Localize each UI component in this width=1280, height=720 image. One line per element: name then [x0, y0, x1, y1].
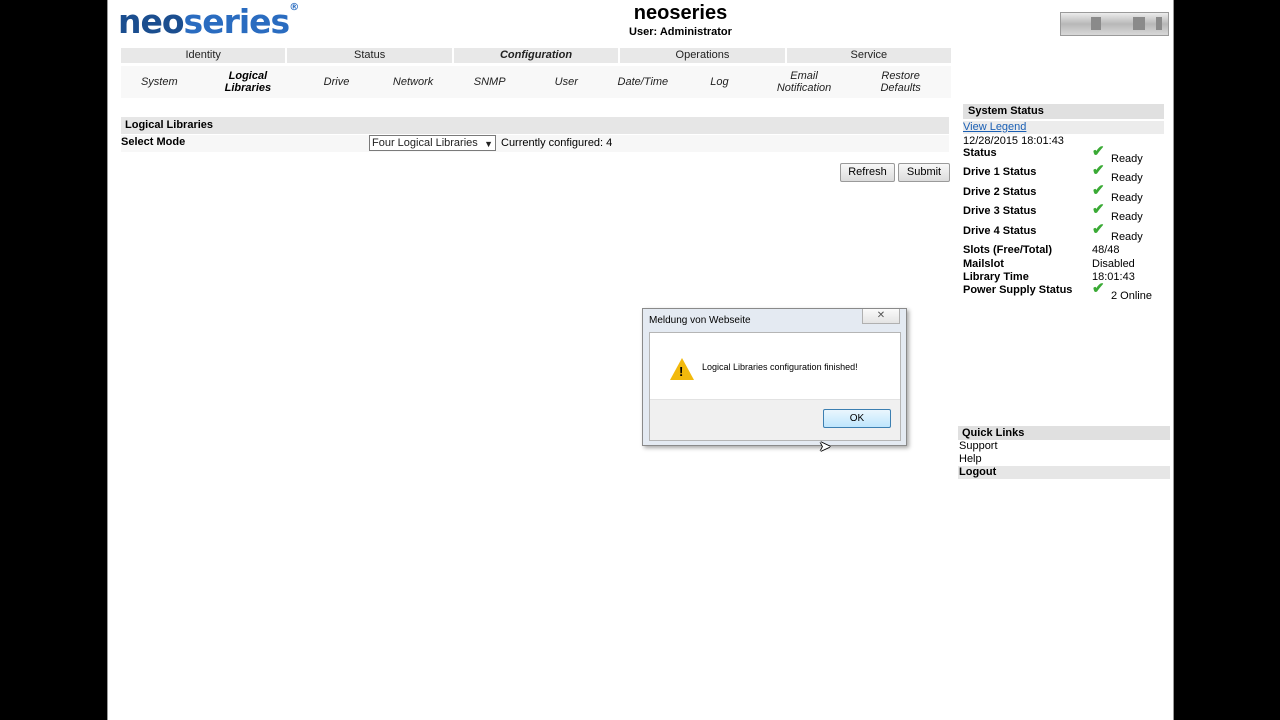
- status-row: Status ✔ Ready: [963, 143, 1164, 166]
- subnav-restore-defaults[interactable]: Restore Defaults: [850, 66, 951, 98]
- close-icon[interactable]: ✕: [862, 309, 900, 324]
- status-row: Drive 4 Status ✔ Ready: [963, 221, 1164, 244]
- quick-links-panel: Quick Links Support Help Logout: [958, 426, 1170, 479]
- status-row-value: Ready: [1111, 153, 1143, 165]
- status-row: Power Supply Status ✔ 2 Online: [963, 280, 1164, 304]
- mouse-cursor-icon: ➤: [819, 438, 831, 454]
- status-row-label: Power Supply Status: [963, 284, 1073, 296]
- section-title: Logical Libraries: [121, 117, 949, 134]
- header-user: User: Administrator: [629, 26, 732, 38]
- warning-icon: !: [670, 358, 694, 380]
- quick-links-title: Quick Links: [958, 426, 1170, 440]
- support-link[interactable]: Support: [958, 440, 1170, 453]
- status-row: Drive 2 Status ✔ Ready: [963, 182, 1164, 205]
- checkmark-icon: ✔: [1092, 221, 1105, 238]
- device-image: [1060, 12, 1169, 36]
- sub-navigation: System Logical Libraries Drive Network S…: [121, 66, 951, 98]
- checkmark-icon: ✔: [1092, 162, 1105, 179]
- main-tabs: Identity Status Configuration Operations…: [121, 48, 952, 63]
- mode-select-value: Four Logical Libraries: [372, 137, 478, 149]
- status-row-label: Drive 2 Status: [963, 186, 1037, 198]
- status-row-value: Disabled: [1092, 258, 1135, 270]
- tab-configuration[interactable]: Configuration: [453, 48, 621, 63]
- alert-dialog: Meldung von Webseite ✕ ! Logical Librari…: [642, 308, 907, 446]
- currently-configured-text: Currently configured: 4: [501, 137, 613, 149]
- subnav-user[interactable]: User: [528, 66, 605, 98]
- dialog-message: Logical Libraries configuration finished…: [702, 362, 858, 372]
- checkmark-icon: ✔: [1092, 182, 1105, 199]
- checkmark-icon: ✔: [1092, 201, 1105, 218]
- status-row: Mailslot Disabled: [963, 258, 1164, 271]
- subnav-logical-libraries[interactable]: Logical Libraries: [198, 66, 299, 98]
- logo-neo-text: neo: [118, 2, 185, 41]
- logical-libraries-section: Logical Libraries Select Mode Four Logic…: [121, 117, 949, 152]
- status-row: Library Time 18:01:43: [963, 271, 1164, 284]
- status-row-value: Ready: [1111, 172, 1143, 184]
- chevron-down-icon: ▼: [484, 139, 493, 149]
- subnav-system[interactable]: System: [121, 66, 198, 98]
- tab-service[interactable]: Service: [786, 48, 952, 63]
- system-status-panel: System Status View Legend 12/28/2015 18:…: [963, 104, 1164, 304]
- subnav-network[interactable]: Network: [375, 66, 452, 98]
- status-row: Drive 1 Status ✔ Ready: [963, 162, 1164, 186]
- logout-link[interactable]: Logout: [958, 466, 1170, 479]
- select-mode-label: Select Mode: [121, 136, 186, 148]
- status-row-label: Drive 3 Status: [963, 205, 1037, 217]
- status-row-label: Slots (Free/Total): [963, 244, 1053, 256]
- subnav-date-time[interactable]: Date/Time: [605, 66, 682, 98]
- web-page: neoseries® neoseries User: Administrator…: [107, 0, 1174, 720]
- refresh-button[interactable]: Refresh: [840, 163, 895, 182]
- checkmark-icon: ✔: [1092, 280, 1105, 297]
- status-row: Slots (Free/Total) 48/48: [963, 244, 1164, 258]
- status-row-value: 2 Online: [1111, 290, 1152, 302]
- status-row-value: Ready: [1111, 231, 1143, 243]
- subnav-snmp[interactable]: SNMP: [451, 66, 528, 98]
- checkmark-icon: ✔: [1092, 143, 1105, 160]
- subnav-drive[interactable]: Drive: [298, 66, 375, 98]
- status-row-value: Ready: [1111, 192, 1143, 204]
- mode-select[interactable]: Four Logical Libraries ▼: [369, 135, 496, 151]
- ok-button[interactable]: OK: [823, 409, 891, 428]
- status-row-value: 48/48: [1092, 244, 1120, 256]
- dialog-body: ! Logical Libraries configuration finish…: [649, 332, 901, 441]
- logo-series-text: series: [183, 2, 291, 41]
- status-row-label: Status: [963, 147, 997, 159]
- status-row-label: Mailslot: [963, 258, 1004, 270]
- subnav-log[interactable]: Log: [681, 66, 758, 98]
- select-mode-row: Select Mode Four Logical Libraries ▼ Cur…: [121, 135, 949, 152]
- status-row-label: Library Time: [963, 271, 1029, 283]
- logo-registered-mark: ®: [289, 2, 299, 13]
- neoseries-logo: neoseries®: [118, 2, 299, 41]
- view-legend-link[interactable]: View Legend: [963, 121, 1164, 134]
- tab-identity[interactable]: Identity: [121, 48, 288, 63]
- dialog-footer: OK: [650, 399, 900, 440]
- tab-status[interactable]: Status: [287, 48, 454, 63]
- submit-button[interactable]: Submit: [898, 163, 950, 182]
- dialog-title: Meldung von Webseite: [649, 315, 751, 326]
- system-status-title: System Status: [963, 104, 1164, 119]
- status-timestamp: 12/28/2015 18:01:43: [963, 135, 1064, 147]
- status-row-label: Drive 1 Status: [963, 166, 1037, 178]
- help-link[interactable]: Help: [958, 453, 1170, 466]
- header-title: neoseries: [633, 2, 728, 24]
- status-row-label: Drive 4 Status: [963, 225, 1037, 237]
- status-row-value: Ready: [1111, 211, 1143, 223]
- status-row: Drive 3 Status ✔ Ready: [963, 201, 1164, 225]
- subnav-email-notification[interactable]: Email Notification: [758, 66, 851, 98]
- tab-operations[interactable]: Operations: [620, 48, 787, 63]
